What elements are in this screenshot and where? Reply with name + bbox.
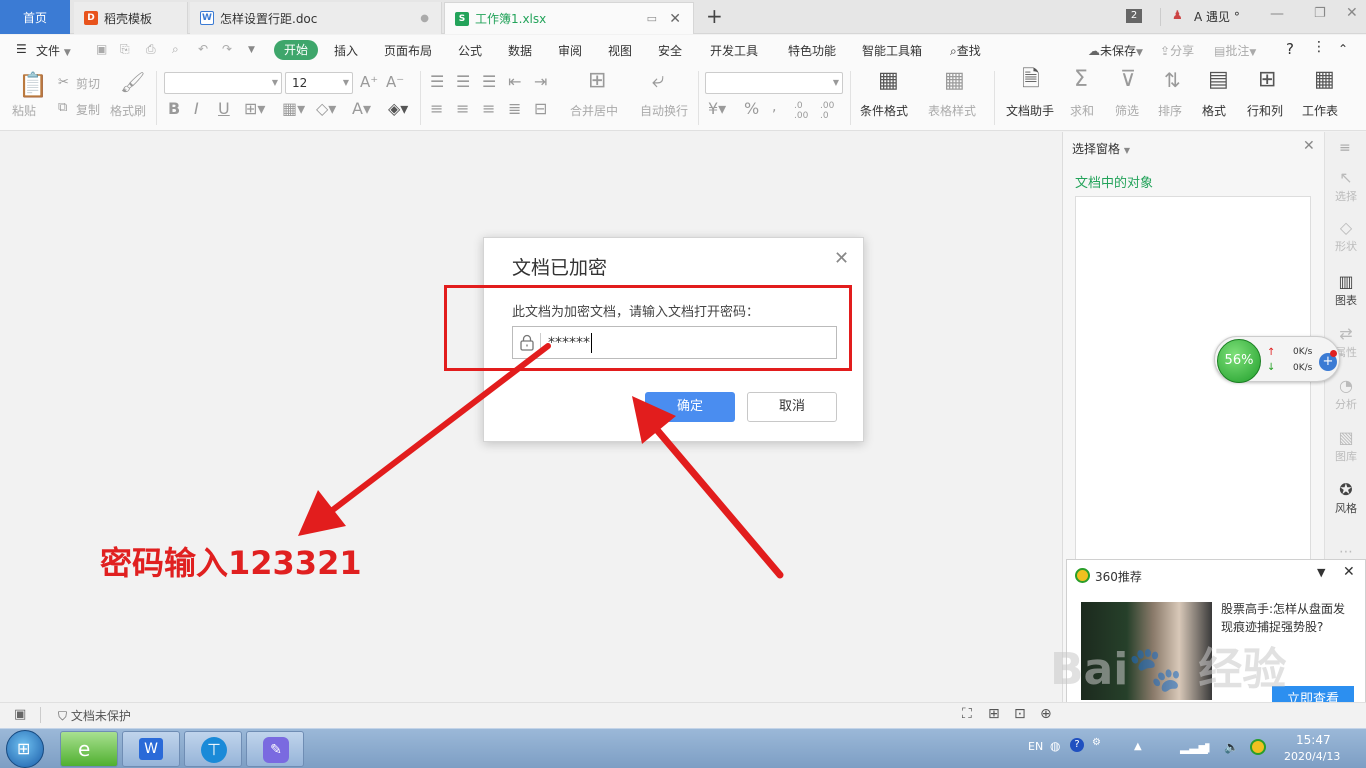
volume-icon[interactable]: 🔈 — [1224, 740, 1239, 754]
popup-title: 360推荐 — [1095, 570, 1142, 584]
arrow-to-ok-button — [632, 396, 784, 579]
windows-logo-icon: ⊞ — [17, 739, 31, 758]
memory-usage-gauge[interactable]: 56% — [1217, 339, 1261, 383]
reading-view-icon[interactable]: ⊕ — [1040, 706, 1052, 722]
annotation-text: 密码输入123321 — [100, 544, 362, 582]
360-tray-icon[interactable] — [1250, 739, 1266, 755]
arrow-to-annotation — [298, 343, 551, 536]
normal-view-icon[interactable]: ⊞ — [988, 706, 1000, 722]
watermark-logo: Bai🐾 经验 — [1050, 644, 1287, 695]
popup-menu-icon[interactable]: ▼ — [1317, 566, 1325, 579]
divider — [40, 707, 41, 723]
device-icon[interactable]: ▮ — [1204, 740, 1211, 754]
help-icon[interactable]: ? — [1070, 738, 1084, 752]
network-speed-widget[interactable]: 56% ↑ ↓ 0K/s 0K/s + — [1214, 336, 1340, 383]
status-layout-icon[interactable]: ▣ — [14, 707, 26, 722]
show-hidden-icons[interactable]: ▲ — [1134, 741, 1142, 752]
status-bar: ▣ ⛉ 文档未保护 ⛶ ⊞ ⊡ ⊕ — [0, 702, 1366, 728]
360-logo-icon — [1075, 568, 1090, 583]
fullscreen-icon[interactable]: ⛶ — [962, 706, 972, 722]
ad-headline[interactable]: 股票高手:怎样从盘面发现痕迹捕捉强势股? — [1221, 600, 1355, 636]
clock-time[interactable]: 15:47 — [1296, 733, 1331, 747]
app-icon: ⊤ — [201, 737, 227, 763]
tray-settings-icon[interactable]: ⚙ — [1092, 737, 1101, 748]
browser-icon: e — [78, 737, 91, 761]
shield-icon: ⛉ — [58, 709, 68, 723]
taskbar: ⊞ e W ⊤ ✎ EN ◍ ? ⚙ ▲ ▂▃▅ ▮ 🔈 15:47 2020/… — [0, 728, 1366, 768]
note-icon: ✎ — [263, 737, 289, 763]
ime-icon[interactable]: ◍ — [1050, 739, 1060, 753]
upload-arrow-icon: ↑ — [1267, 347, 1276, 358]
taskbar-app3[interactable]: ⊤ — [184, 731, 242, 767]
protection-status-label: 文档未保护 — [70, 709, 131, 723]
page-break-view-icon[interactable]: ⊡ — [1014, 706, 1026, 722]
download-arrow-icon: ↓ — [1267, 362, 1276, 373]
taskbar-app4[interactable]: ✎ — [246, 731, 304, 767]
taskbar-wps[interactable]: W — [122, 731, 180, 767]
notification-dot — [1330, 350, 1337, 357]
wps-icon: W — [139, 738, 163, 760]
protection-status[interactable]: ⛉ 文档未保护 — [58, 707, 131, 724]
start-button[interactable]: ⊞ — [6, 730, 44, 768]
taskbar-360-browser[interactable]: e — [60, 731, 118, 767]
download-speed: 0K/s — [1293, 363, 1313, 373]
popup-close-icon[interactable]: ✕ — [1343, 564, 1355, 580]
upload-speed: 0K/s — [1293, 347, 1313, 357]
clock-date[interactable]: 2020/4/13 — [1284, 750, 1340, 763]
input-language[interactable]: EN — [1028, 740, 1043, 753]
